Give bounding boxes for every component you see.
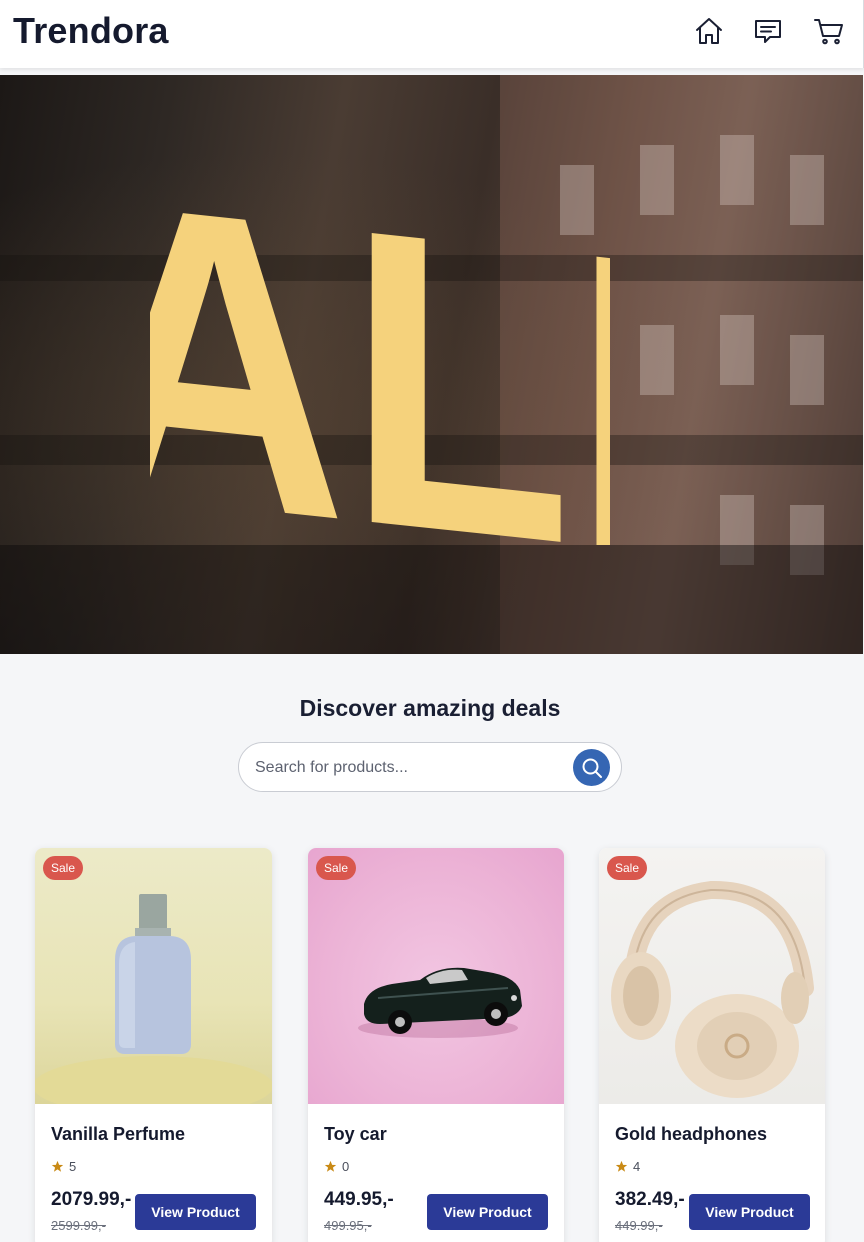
product-rating: 0 bbox=[324, 1158, 349, 1174]
sale-badge: Sale bbox=[43, 856, 84, 880]
perfume-bottle-icon bbox=[35, 894, 272, 1104]
view-product-button[interactable]: View Product bbox=[135, 1194, 256, 1230]
headphones-icon bbox=[611, 880, 814, 1098]
search-icon bbox=[582, 758, 602, 778]
sale-sign-text: SALE bbox=[150, 86, 610, 545]
product-name[interactable]: Vanilla Perfume bbox=[51, 1124, 185, 1145]
rating-value: 0 bbox=[342, 1158, 350, 1174]
cart-icon[interactable] bbox=[812, 14, 846, 48]
product-price: 449.95,- bbox=[324, 1189, 394, 1210]
brand-logo[interactable]: Trendora bbox=[13, 10, 169, 52]
page: Trendora SALE Discover amazing deals Sea… bbox=[0, 0, 864, 1242]
product-card[interactable]: Sale Vanilla Perfume 5 2079.99,- 2599.99… bbox=[35, 848, 272, 1242]
product-name[interactable]: Toy car bbox=[324, 1124, 387, 1145]
star-icon bbox=[615, 1160, 628, 1172]
star-icon bbox=[51, 1160, 64, 1172]
product-name[interactable]: Gold headphones bbox=[615, 1124, 767, 1145]
product-image[interactable]: Sale bbox=[308, 848, 564, 1104]
product-old-price: 449.99,- bbox=[615, 1218, 663, 1233]
product-card[interactable]: Sale Gold headphones 4 382.49,- 449.99,-… bbox=[599, 848, 825, 1242]
view-product-button[interactable]: View Product bbox=[689, 1194, 810, 1230]
star-icon bbox=[324, 1160, 337, 1172]
sale-badge: Sale bbox=[607, 856, 648, 880]
section-title: Discover amazing deals bbox=[299, 695, 561, 721]
search-input[interactable] bbox=[255, 755, 555, 781]
search-button[interactable] bbox=[573, 749, 610, 786]
rating-value: 4 bbox=[633, 1158, 641, 1174]
product-price: 2079.99,- bbox=[51, 1189, 132, 1210]
chat-icon[interactable] bbox=[751, 14, 785, 48]
product-card[interactable]: Sale Toy car 0 449.95,- 499.95,- View Pr… bbox=[308, 848, 564, 1242]
product-image[interactable]: Sale bbox=[599, 848, 825, 1104]
sale-badge: Sale bbox=[316, 856, 357, 880]
svg-text:SALE: SALE bbox=[150, 86, 610, 545]
search-bar bbox=[238, 742, 622, 792]
product-rating: 4 bbox=[615, 1158, 640, 1174]
home-icon[interactable] bbox=[692, 14, 726, 48]
product-old-price: 499.95,- bbox=[324, 1218, 372, 1233]
product-old-price: 2599.99,- bbox=[51, 1218, 106, 1233]
view-product-button[interactable]: View Product bbox=[427, 1194, 548, 1230]
rating-value: 5 bbox=[69, 1158, 77, 1174]
product-image[interactable]: Sale bbox=[35, 848, 272, 1104]
hero-banner: SALE bbox=[0, 75, 863, 654]
product-rating: 5 bbox=[51, 1158, 76, 1174]
toy-car-icon bbox=[358, 967, 522, 1038]
top-navbar: Trendora bbox=[0, 0, 864, 68]
sale-sign-image: SALE bbox=[150, 86, 610, 545]
product-price: 382.49,- bbox=[615, 1189, 685, 1210]
